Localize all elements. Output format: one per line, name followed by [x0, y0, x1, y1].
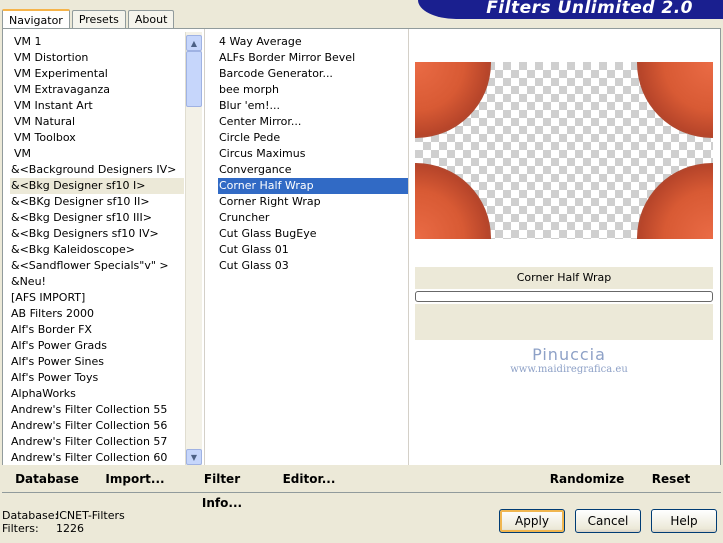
randomize-button[interactable]: Randomize [549, 467, 625, 491]
tab-strip: Navigator Presets About [2, 8, 176, 30]
import-button[interactable]: Import... [104, 467, 166, 491]
editor-button[interactable]: Editor... [281, 467, 337, 491]
panel-divider [204, 29, 205, 492]
status-database-label: Database: [2, 509, 59, 522]
navigator-panel: VM 1 VM Distortion VM Experimental VM Extra… [2, 28, 721, 493]
filter-list-item[interactable]: ALFs Border Mirror Bevel [218, 50, 408, 66]
category-list-item[interactable]: VM Instant Art [10, 98, 184, 114]
category-list-item[interactable]: Alf's Power Toys [10, 370, 184, 386]
filter-list-item[interactable]: Convergance [218, 162, 408, 178]
category-list-item[interactable]: &Neu! [10, 274, 184, 290]
category-list-item[interactable]: AlphaWorks [10, 386, 184, 402]
panel-divider [408, 29, 409, 492]
filter-list-item[interactable]: bee morph [218, 82, 408, 98]
category-list-item[interactable]: &<Bkg Designer sf10 III> [10, 210, 184, 226]
category-list-item[interactable]: &<Bkg Designers sf10 IV> [10, 226, 184, 242]
category-list-item[interactable]: VM Experimental [10, 66, 184, 82]
category-list-item[interactable]: Alf's Power Sines [10, 354, 184, 370]
watermark-url: www.maidiregrafica.eu [510, 364, 628, 375]
filter-list-item[interactable]: Cut Glass BugEye [218, 226, 408, 242]
database-button[interactable]: Database [14, 467, 80, 491]
filter-list[interactable]: 4 Way Average ALFs Border Mirror Bevel Bar… [218, 34, 408, 466]
status-database: Database:ICNET-Filters [2, 509, 125, 522]
category-list-item[interactable]: &<Background Designers IV> [10, 162, 184, 178]
category-list-item[interactable]: &<Sandflower Specials"v" > [10, 258, 184, 274]
category-list-item[interactable]: VM [10, 146, 184, 162]
scroll-down-icon[interactable]: ▼ [186, 449, 202, 465]
preview-shape [637, 163, 713, 239]
selected-filter-name: Corner Half Wrap [415, 267, 713, 289]
filter-info-button[interactable]: Filter Info... [184, 467, 260, 510]
filter-preview [415, 62, 713, 239]
status-filters: Filters: 1226 [2, 522, 84, 535]
app-title-banner: Filters Unlimited 2.0 [418, 0, 723, 19]
filter-list-item[interactable]: Barcode Generator... [218, 66, 408, 82]
filter-list-item[interactable]: Circle Pede [218, 130, 408, 146]
category-list-item[interactable]: VM Natural [10, 114, 184, 130]
category-list-item[interactable]: VM Toolbox [10, 130, 184, 146]
preview-shape [415, 62, 491, 138]
reset-button[interactable]: Reset [646, 467, 696, 491]
filter-list-item[interactable]: Cut Glass 01 [218, 242, 408, 258]
category-list-item[interactable]: Alf's Border FX [10, 322, 184, 338]
filter-list-item[interactable]: Corner Half Wrap [218, 178, 408, 194]
scroll-up-icon[interactable]: ▲ [186, 35, 202, 51]
filter-list-item[interactable]: 4 Way Average [218, 34, 408, 50]
status-database-value: ICNET-Filters [56, 509, 125, 522]
category-list-item[interactable]: VM Extravaganza [10, 82, 184, 98]
apply-button[interactable]: Apply [499, 509, 565, 533]
category-list-item[interactable]: Andrew's Filter Collection 56 [10, 418, 184, 434]
status-filters-label: Filters: [2, 522, 39, 535]
category-list-item[interactable]: Alf's Power Grads [10, 338, 184, 354]
tab-about[interactable]: About [127, 10, 175, 29]
tab-presets[interactable]: Presets [71, 10, 126, 29]
category-list-item[interactable]: VM 1 [10, 34, 184, 50]
filter-list-item[interactable]: Circus Maximus [218, 146, 408, 162]
filter-list-item[interactable]: Center Mirror... [218, 114, 408, 130]
category-list[interactable]: VM 1 VM Distortion VM Experimental VM Extra… [10, 34, 184, 466]
filter-list-item[interactable]: Corner Right Wrap [218, 194, 408, 210]
scroll-thumb[interactable] [186, 51, 202, 107]
category-list-item[interactable]: Andrew's Filter Collection 60 [10, 450, 184, 466]
watermark: Pinuccia www.maidiregrafica.eu [469, 345, 669, 375]
category-list-item[interactable]: &<BKg Designer sf10 II> [10, 194, 184, 210]
category-list-item[interactable]: Andrew's Filter Collection 55 [10, 402, 184, 418]
preview-shape [415, 163, 491, 239]
preview-shape [637, 62, 713, 138]
category-list-item[interactable]: VM Distortion [10, 50, 184, 66]
category-list-item[interactable]: &<Bkg Designer sf10 I> [10, 178, 184, 194]
help-button[interactable]: Help [651, 509, 717, 533]
tab-navigator[interactable]: Navigator [2, 9, 70, 30]
category-list-item[interactable]: [AFS IMPORT] [10, 290, 184, 306]
filter-list-item[interactable]: Blur 'em!... [218, 98, 408, 114]
category-list-item[interactable]: &<Bkg Kaleidoscope> [10, 242, 184, 258]
filter-list-item[interactable]: Cut Glass 03 [218, 258, 408, 274]
cancel-button[interactable]: Cancel [575, 509, 641, 533]
status-filters-value: 1226 [56, 522, 84, 535]
category-scrollbar[interactable]: ▲ ▼ [185, 32, 202, 465]
filter-list-item[interactable]: Cruncher [218, 210, 408, 226]
watermark-name: Pinuccia [532, 345, 606, 364]
parameter-area [415, 322, 713, 340]
category-list-item[interactable]: AB Filters 2000 [10, 306, 184, 322]
progress-bar [415, 291, 713, 302]
parameter-area [415, 304, 713, 322]
category-list-item[interactable]: Andrew's Filter Collection 57 [10, 434, 184, 450]
